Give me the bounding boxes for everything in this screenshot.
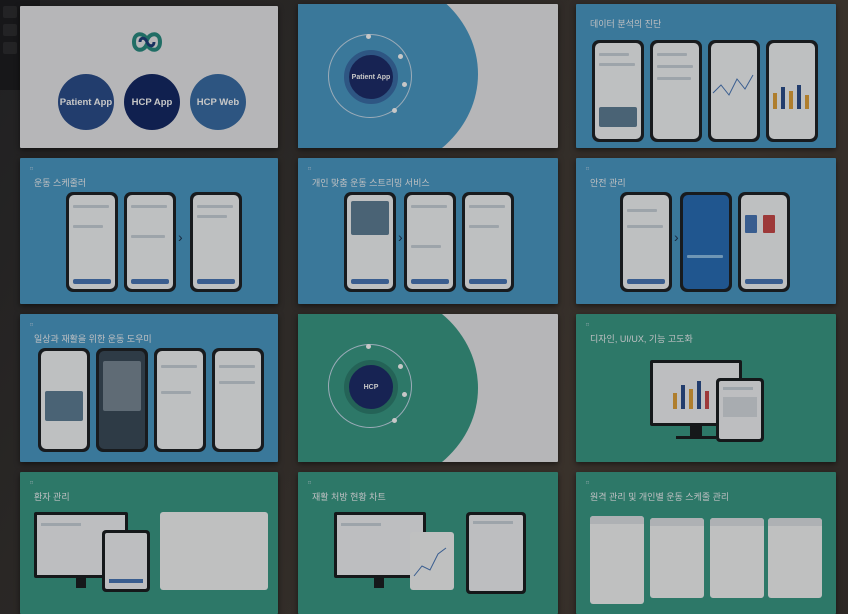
phone [96, 348, 148, 452]
feature-dot-2 [398, 364, 403, 369]
phone [620, 192, 672, 292]
phone [154, 348, 206, 452]
brand-mark: □ [308, 480, 312, 486]
phone [766, 40, 818, 142]
slide-2[interactable]: Patient App [298, 4, 558, 148]
feature-dot-3 [402, 392, 407, 397]
slide-9-title: 디자인, UI/UX, 기능 고도화 [590, 334, 693, 344]
feature-dot-3 [402, 82, 407, 87]
slide-3-title: 데이터 분석의 진단 [590, 19, 662, 29]
schedule-card [710, 518, 764, 598]
slide-10[interactable]: □ 환자 관리 [20, 472, 278, 614]
phone [66, 192, 118, 292]
phone [650, 40, 702, 142]
patient-app-label: Patient App [59, 96, 113, 108]
phone [738, 192, 790, 292]
slide-7-title: 일상과 재활을 위한 운동 도우미 [34, 334, 152, 344]
phone [680, 192, 732, 292]
phone [404, 192, 456, 292]
brand-mark: □ [30, 166, 34, 172]
phone [344, 192, 396, 292]
chart-card [410, 532, 454, 590]
slide-7[interactable]: □ 일상과 재활을 위한 운동 도우미 [20, 314, 278, 462]
slide-5-title: 개인 맞춤 운동 스트리밍 서비스 [312, 178, 430, 188]
monitor-stand [690, 426, 702, 436]
brand-mark: □ [586, 166, 590, 172]
chevron-right-icon: › [398, 229, 403, 245]
phone [212, 348, 264, 452]
slide-10-title: 환자 관리 [34, 492, 70, 502]
hcp-app-circle[interactable]: HCP App [124, 74, 180, 130]
phone [190, 192, 242, 292]
schedule-card [650, 518, 704, 598]
tablet [466, 512, 526, 594]
feature-dot-4 [392, 418, 397, 423]
slide-5[interactable]: □ 개인 맞춤 운동 스트리밍 서비스 › [298, 158, 558, 304]
phone [124, 192, 176, 292]
hcp-web-circle[interactable]: HCP Web [190, 74, 246, 130]
slide-3[interactable]: 데이터 분석의 진단 [576, 4, 836, 148]
tablet [716, 378, 764, 442]
phone [38, 348, 90, 452]
monitor-stand [374, 578, 384, 588]
feature-dot-2 [398, 54, 403, 59]
logo-icon [131, 32, 163, 52]
hcp-web-label: HCP Web [196, 96, 240, 108]
slide-9[interactable]: □ 디자인, UI/UX, 기능 고도화 [576, 314, 836, 462]
slide-12-title: 원격 관리 및 개인별 운동 스케줄 관리 [590, 492, 730, 502]
hcp-app-label: HCP App [131, 96, 173, 108]
schedule-card [590, 516, 644, 604]
tablet [102, 530, 150, 592]
slide-11[interactable]: □ 재활 처방 현황 차트 [298, 472, 558, 614]
brand-mark: □ [308, 166, 312, 172]
slide-6-title: 안전 관리 [590, 178, 626, 188]
hcp-bubble-title: HCP [363, 383, 379, 391]
brand-mark: □ [30, 480, 34, 486]
patient-app-bubble-title: Patient App [351, 73, 391, 81]
brand-mark: □ [586, 322, 590, 328]
feature-dot-1 [366, 34, 371, 39]
slide-4[interactable]: □ 운동 스케줄러 › [20, 158, 278, 304]
slide-6[interactable]: □ 안전 관리 › [576, 158, 836, 304]
chevron-right-icon: › [178, 229, 183, 245]
phone [708, 40, 760, 142]
patient-app-circle[interactable]: Patient App [58, 74, 114, 130]
feature-dot-4 [392, 108, 397, 113]
monitor-base [676, 436, 716, 439]
phone [592, 40, 644, 142]
schedule-card [768, 518, 822, 598]
slide-8[interactable]: HCP [298, 314, 558, 462]
feature-dot-1 [366, 344, 371, 349]
brand-mark: □ [30, 322, 34, 328]
brand-mark: □ [586, 480, 590, 486]
chevron-right-icon: › [674, 229, 679, 245]
hcp-bubble: HCP [344, 360, 398, 414]
slide-12[interactable]: □ 원격 관리 및 개인별 운동 스케줄 관리 [576, 472, 836, 614]
slide-4-title: 운동 스케줄러 [34, 178, 87, 188]
patient-app-bubble: Patient App [344, 50, 398, 104]
slide-11-title: 재활 처방 현황 차트 [312, 492, 386, 502]
phone [462, 192, 514, 292]
slide-1[interactable]: Patient App HCP App HCP Web [20, 6, 278, 148]
data-table-card [160, 512, 268, 590]
monitor-stand [76, 578, 86, 588]
